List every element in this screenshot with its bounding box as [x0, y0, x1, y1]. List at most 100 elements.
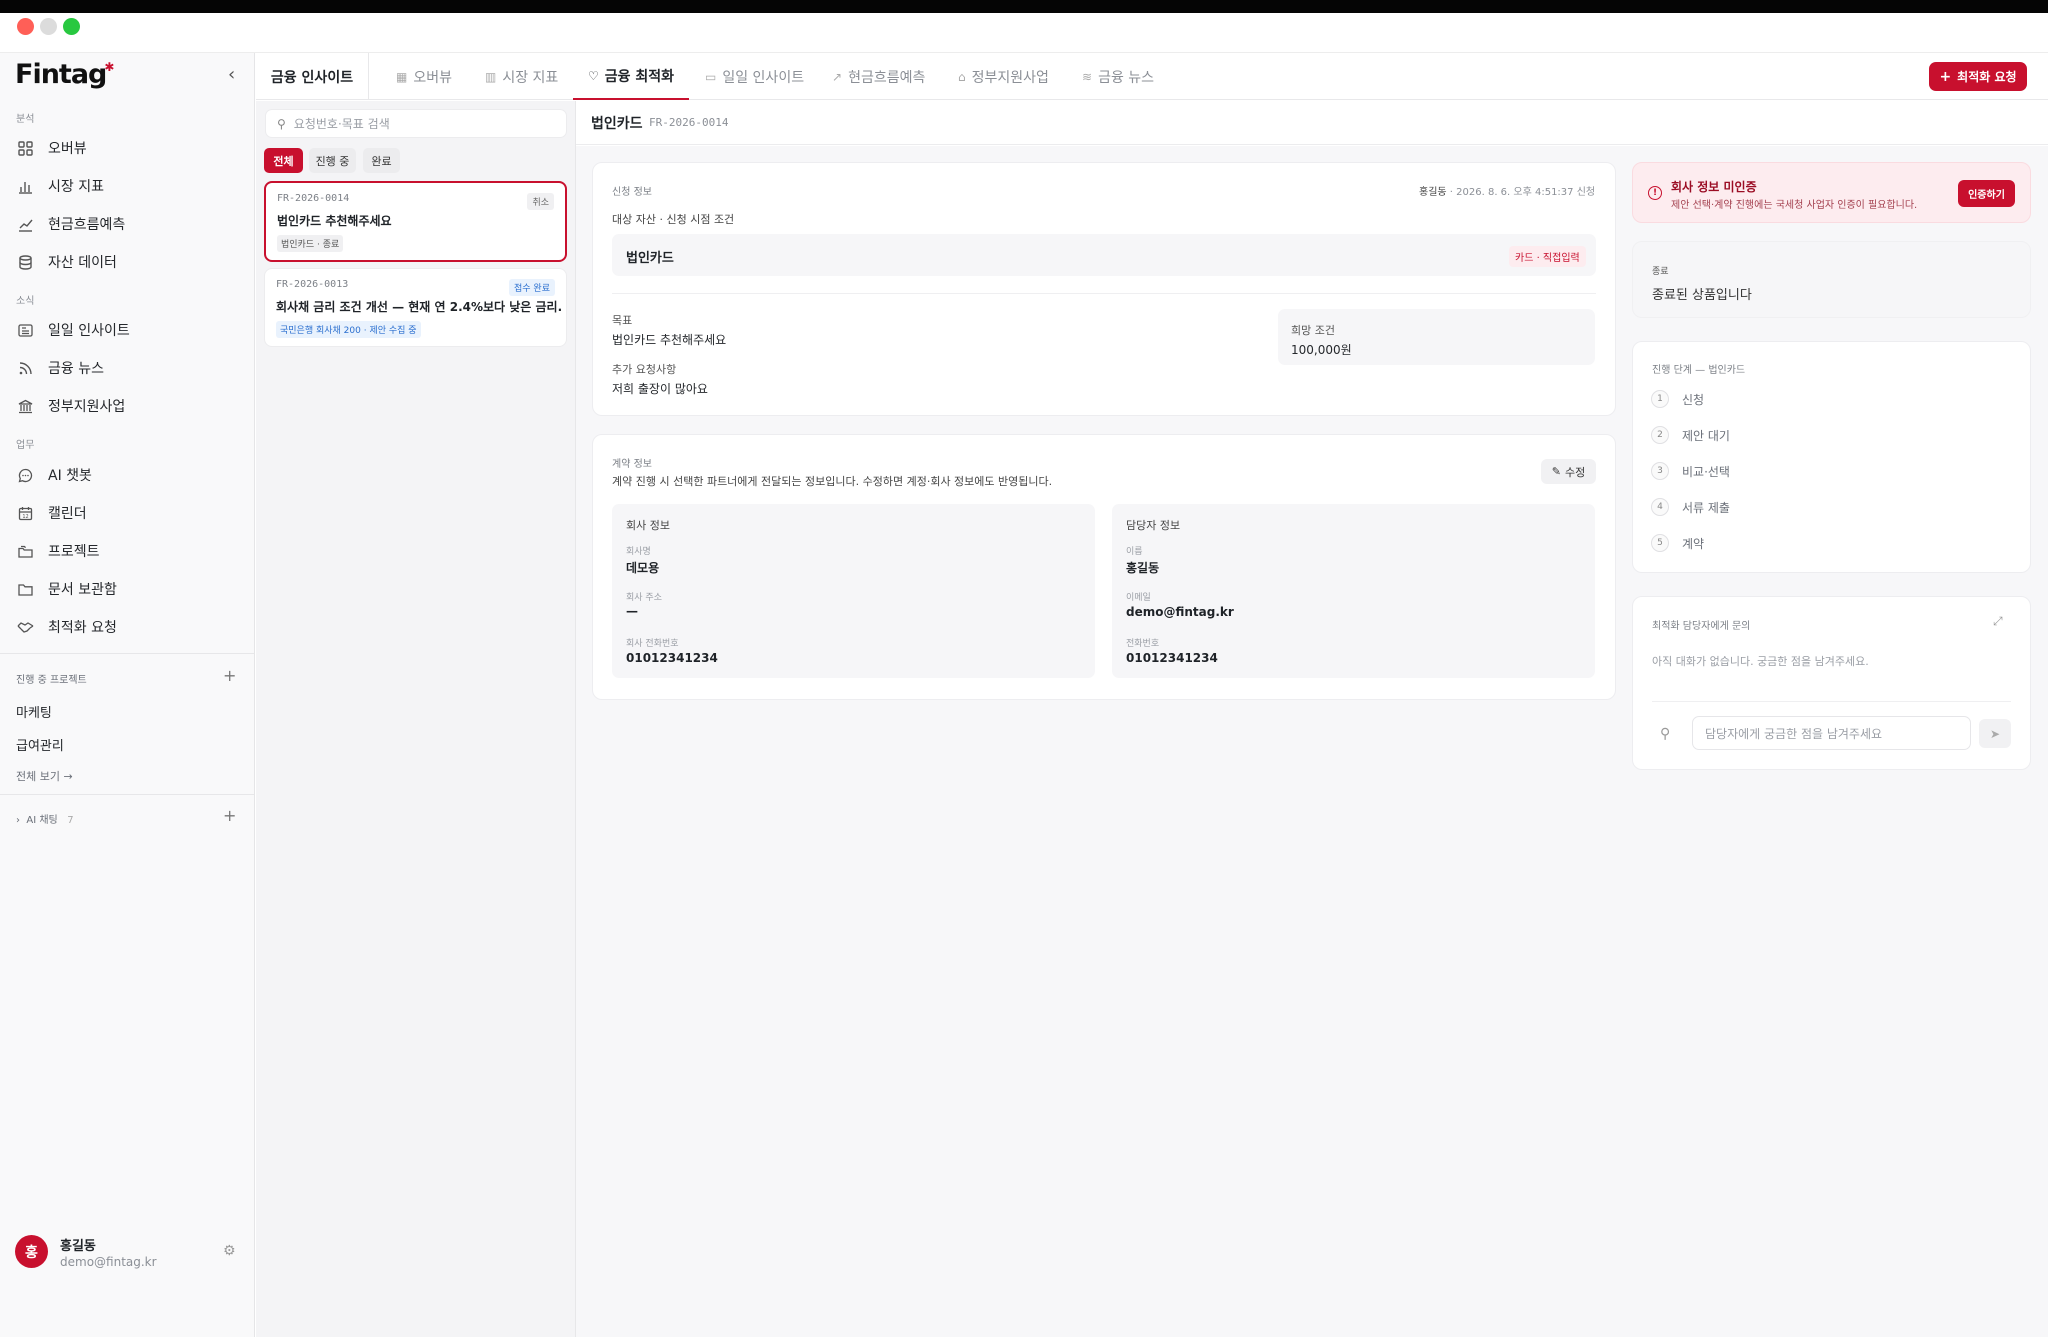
window-titlebar [0, 13, 2048, 53]
manager-email: demo@fintag.kr [1126, 605, 1234, 619]
tab-optimization[interactable]: ♡ 금융 최적화 [573, 53, 690, 100]
step-item: 4 서류 제출 [1651, 498, 1730, 516]
add-project-icon[interactable]: + [223, 666, 236, 685]
chat-input[interactable]: 담당자에게 궁금한 점을 남겨주세요 [1692, 716, 1971, 750]
add-ai-chat-icon[interactable]: + [223, 806, 236, 825]
tab-market[interactable]: ▥ 시장 지표 [485, 53, 558, 100]
ai-chat-label: AI 채팅 [26, 815, 58, 826]
sidebar-item-cashflow[interactable]: 현금흐름예측 [0, 209, 254, 239]
sidebar-item-assets[interactable]: 자산 데이터 [0, 247, 254, 277]
filter-in-progress[interactable]: 진행 중 [309, 148, 356, 173]
attach-icon[interactable]: ⚲ [1660, 726, 1670, 742]
view-all-link[interactable]: 전체 보기 → [16, 768, 73, 784]
asset-box [612, 234, 1596, 276]
request-id: FR-2026-0013 [276, 279, 349, 290]
step-label: 서류 제출 [1682, 500, 1730, 515]
field-label: 이름 [1126, 547, 1143, 557]
filter-done[interactable]: 완료 [363, 148, 400, 173]
expand-icon[interactable]: ⤢ [1993, 614, 2003, 629]
window-minimize-button[interactable] [40, 18, 57, 35]
extra-label: 추가 요청사항 [612, 363, 677, 376]
user-name: 홍길동 [60, 1239, 96, 1254]
verify-button[interactable]: 인증하기 [1958, 180, 2015, 207]
sidebar-item-label: 자산 데이터 [48, 255, 117, 271]
section-label: 신청 정보 [612, 187, 652, 198]
sidebar-item-overview[interactable]: 오버뷰 [0, 133, 254, 163]
window-zoom-button[interactable] [63, 18, 80, 35]
rss-icon: ≋ [1082, 69, 1093, 84]
divider [612, 293, 1596, 294]
request-tag: 국민은행 회사채 200 · 제안 수집 중 [276, 321, 421, 338]
sidebar-item-market[interactable]: 시장 지표 [0, 171, 254, 201]
field-label: 회사명 [626, 547, 651, 557]
section-label-work: 업무 [16, 440, 35, 451]
tab-cashflow[interactable]: ↗ 현금흐름예측 [832, 53, 925, 100]
bank-icon: ⌂ [958, 69, 966, 84]
send-button[interactable]: ➤ [1979, 719, 2011, 748]
list-item[interactable]: FR-2026-0013 회사채 금리 조건 개선 — 현재 연 2.4%보다 … [264, 268, 567, 347]
filter-all[interactable]: 전체 [264, 148, 303, 173]
window-close-button[interactable] [17, 18, 34, 35]
sidebar-item-label: 오버뷰 [48, 141, 87, 157]
asset-tag: 카드 · 직접입력 [1509, 246, 1586, 267]
optimization-request-button[interactable]: + 최적화 요청 [1929, 62, 2027, 91]
edit-button[interactable]: ✎ 수정 [1541, 459, 1596, 484]
sidebar-item-projects[interactable]: 프로젝트 [0, 536, 254, 566]
tab-finance-insight[interactable]: 금융 인사이트 [256, 53, 369, 100]
tab-label: 일일 인사이트 [722, 69, 805, 86]
tab-gov-support[interactable]: ⌂ 정부지원사업 [958, 53, 1049, 100]
request-tag: 법인카드 · 종료 [277, 235, 344, 252]
step-item: 5 계약 [1651, 534, 1704, 552]
step-number: 4 [1651, 498, 1669, 516]
status-label: 종료 [1652, 267, 1669, 277]
target-label: 대상 자산 · 신청 시점 조건 [612, 213, 735, 226]
step-label: 제안 대기 [1682, 428, 1730, 443]
tab-label: 시장 지표 [502, 69, 559, 86]
detail-header: 법인카드 FR-2026-0014 [576, 101, 2048, 145]
wish-label: 희망 조건 [1291, 324, 1335, 337]
tab-finance-news[interactable]: ≋ 금융 뉴스 [1082, 53, 1154, 100]
app-logo[interactable]: Fintag✱ [15, 59, 115, 90]
tab-overview[interactable]: ▦ 오버뷰 [396, 53, 452, 100]
logo-mark: ✱ [104, 60, 114, 74]
company-phone: 01012341234 [626, 651, 718, 665]
collapse-sidebar-icon[interactable]: ‹ [228, 64, 235, 85]
company-name: 데모용 [626, 561, 660, 575]
newspaper-icon [17, 322, 34, 339]
chat-label: 최적화 담당자에게 문의 [1652, 621, 1751, 632]
project-item[interactable]: 급여관리 [16, 735, 64, 754]
sidebar-item-optimization-request[interactable]: 최적화 요청 [0, 612, 254, 642]
sidebar-item-label: 시장 지표 [48, 179, 104, 195]
step-label: 계약 [1682, 536, 1705, 551]
sidebar-item-label: 최적화 요청 [48, 620, 117, 636]
sidebar-item-finance-news[interactable]: 금융 뉴스 [0, 353, 254, 383]
svg-text:12: 12 [22, 514, 28, 520]
list-item[interactable]: FR-2026-0014 법인카드 추천해주세요 법인카드 · 종료 취소 [264, 181, 567, 262]
button-label: 수정 [1564, 465, 1586, 479]
sidebar-item-documents[interactable]: 문서 보관함 [0, 574, 254, 604]
status-badge: 접수 완료 [509, 279, 555, 296]
search-input[interactable]: ⚲ 요청번호·목표 검색 [265, 109, 567, 138]
step-label: 비교·선택 [1682, 464, 1730, 479]
tab-daily-insight[interactable]: ▭ 일일 인사이트 [705, 53, 804, 100]
sidebar-item-daily-insight[interactable]: 일일 인사이트 [0, 315, 254, 345]
field-label: 회사 주소 [626, 593, 662, 603]
ai-chat-toggle[interactable]: › AI 채팅 7 [16, 811, 74, 826]
alert-icon: ! [1648, 186, 1662, 200]
applicant-name: 홍길동 [1419, 187, 1447, 198]
sidebar-item-label: AI 챗봇 [48, 468, 92, 484]
sidebar-item-ai-chatbot[interactable]: AI 챗봇 [0, 460, 254, 490]
request-id: FR-2026-0014 [277, 193, 350, 204]
sidebar-item-gov-support[interactable]: 정부지원사업 [0, 391, 254, 421]
status-panel [1632, 241, 2031, 318]
project-item[interactable]: 마케팅 [16, 702, 52, 721]
settings-icon[interactable]: ⚙ [223, 1243, 236, 1259]
avatar[interactable]: 홍 [15, 1235, 48, 1268]
step-item: 2 제안 대기 [1651, 426, 1730, 444]
status-badge: 취소 [527, 193, 554, 210]
field-label: 회사 전화번호 [626, 639, 679, 649]
sidebar-item-calendar[interactable]: 12 캘린더 [0, 498, 254, 528]
sidebar-divider [0, 653, 254, 654]
chat-icon [17, 467, 34, 484]
